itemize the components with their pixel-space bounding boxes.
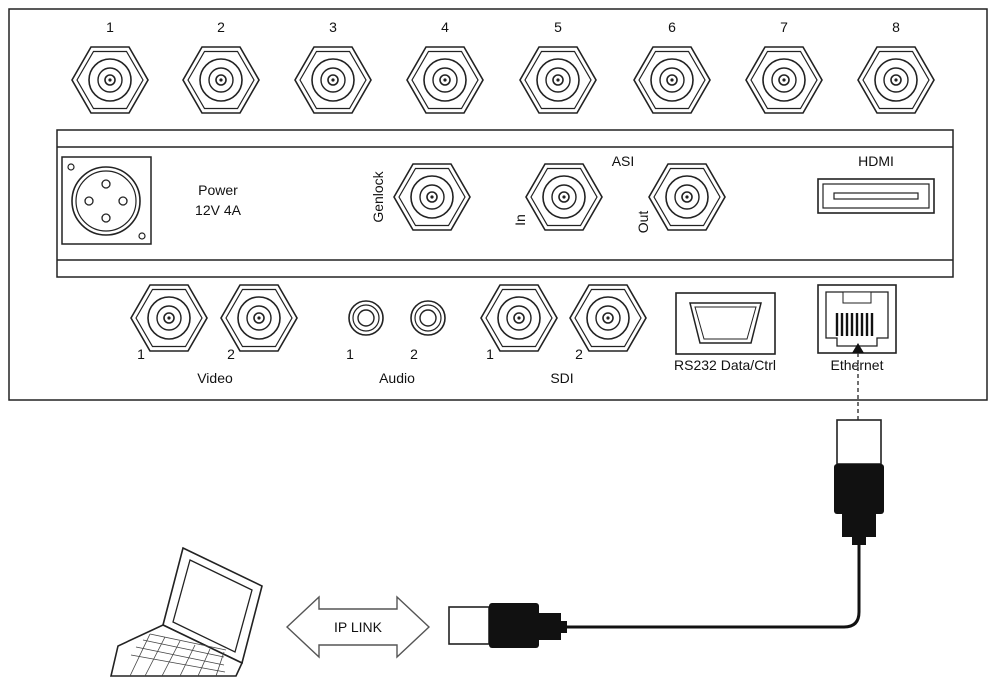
- bnc-label-5: 5: [554, 19, 562, 35]
- ethernet-cable: [565, 545, 861, 629]
- audio-label: Audio: [379, 370, 415, 386]
- ip-link-label: IP LINK: [334, 619, 383, 635]
- ethernet-plug-vertical: [834, 419, 884, 545]
- asi-label: ASI: [612, 153, 635, 169]
- bnc-label-8: 8: [892, 19, 900, 35]
- bnc-label-7: 7: [780, 19, 788, 35]
- laptop-icon: [109, 546, 263, 677]
- ethernet-label: Ethernet: [831, 357, 884, 373]
- bnc-label-1: 1: [106, 19, 114, 35]
- sdi-port-label-2: 2: [575, 346, 583, 362]
- audio-port-label-2: 2: [410, 346, 418, 362]
- sdi-port-label-1: 1: [486, 346, 494, 362]
- hdmi-label: HDMI: [858, 153, 894, 169]
- hdmi-port[interactable]: [817, 178, 935, 214]
- ethernet-plug-horizontal: [448, 603, 567, 648]
- ethernet-rj45-port[interactable]: [817, 284, 897, 354]
- sdi-label: SDI: [550, 370, 573, 386]
- rs232-label: RS232 Data/Ctrl: [674, 357, 776, 373]
- video-port-label-2: 2: [227, 346, 235, 362]
- asi-out-label: Out: [635, 211, 651, 234]
- bnc-label-3: 3: [329, 19, 337, 35]
- power-spec-label: 12V 4A: [195, 202, 242, 218]
- bnc-label-4: 4: [441, 19, 449, 35]
- asi-in-label: In: [512, 214, 528, 226]
- video-port-label-1: 1: [137, 346, 145, 362]
- power-xlr-connector[interactable]: [61, 156, 152, 245]
- video-label: Video: [197, 370, 233, 386]
- genlock-label: Genlock: [370, 170, 386, 222]
- rs232-db9-port[interactable]: [675, 292, 776, 355]
- audio-rca-connector-1[interactable]: [348, 300, 384, 336]
- connection-diagram: 1 2 3 4 5 6 7 8 Power 12V 4A Genlock ASI…: [8, 8, 988, 677]
- bnc-label-2: 2: [217, 19, 225, 35]
- audio-port-label-1: 1: [346, 346, 354, 362]
- bnc-label-6: 6: [668, 19, 676, 35]
- audio-rca-connector-2[interactable]: [410, 300, 446, 336]
- power-label: Power: [198, 182, 238, 198]
